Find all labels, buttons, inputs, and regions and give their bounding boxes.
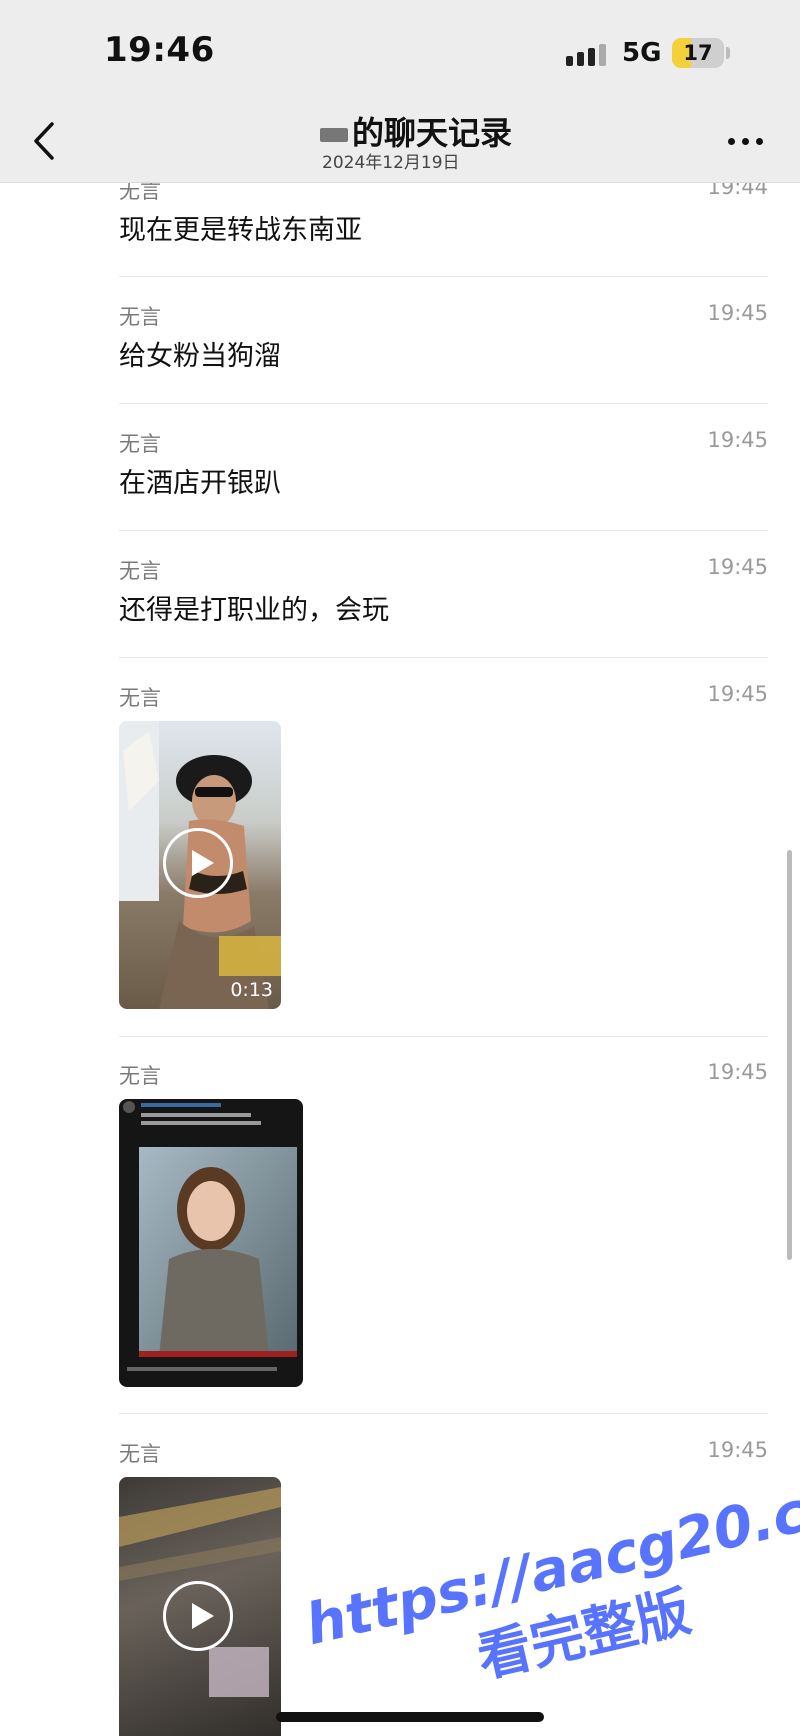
signal-icon	[566, 42, 610, 66]
page-title-text: 的聊天记录	[352, 114, 513, 152]
video-thumbnail[interactable]: 0:13	[119, 721, 281, 1009]
scrollbar[interactable]	[787, 850, 792, 1260]
divider	[119, 1413, 768, 1414]
redacted-name	[320, 128, 348, 142]
battery-level: 17	[683, 41, 713, 65]
message-text: 还得是打职业的，会玩	[119, 595, 389, 626]
play-icon[interactable]	[163, 1581, 233, 1651]
message-time: 19:45	[707, 555, 768, 579]
watermark-text: https://aacg20.com 看完整版	[300, 1470, 800, 1689]
battery-icon: 17	[672, 38, 724, 68]
home-indicator[interactable]	[276, 1712, 544, 1722]
message-text: 在酒店开银趴	[119, 468, 281, 499]
status-bar: 19:46 5G 17	[0, 0, 800, 100]
play-icon[interactable]	[163, 828, 233, 898]
image-preview	[123, 1101, 297, 1371]
image-thumbnail[interactable]	[119, 1099, 303, 1387]
status-time: 19:46	[104, 30, 215, 70]
sender-name: 无言	[119, 305, 161, 329]
battery-tip	[726, 47, 730, 59]
video-thumbnail[interactable]	[119, 1477, 281, 1736]
message-time: 19:45	[707, 682, 768, 706]
message-text: 现在更是转战东南亚	[119, 215, 362, 246]
message-time: 19:45	[707, 301, 768, 325]
sender-name: 无言	[119, 1064, 161, 1088]
sender-name: 无言	[119, 432, 161, 456]
divider	[119, 1036, 768, 1037]
network-type: 5G	[622, 38, 662, 68]
sender-name: 无言	[119, 686, 161, 710]
message-time: 19:45	[707, 1438, 768, 1462]
divider	[119, 403, 768, 404]
nav-bar: 的聊天记录 2024年12月19日	[0, 100, 800, 183]
message-time: 19:45	[707, 428, 768, 452]
video-duration: 0:13	[230, 979, 273, 1001]
ellipsis-icon[interactable]	[726, 134, 766, 148]
message-text: 给女粉当狗溜	[119, 341, 281, 372]
divider	[119, 657, 768, 658]
sender-name: 无言	[119, 183, 161, 203]
page-subtitle: 2024年12月19日	[322, 153, 460, 173]
divider	[119, 530, 768, 531]
divider	[119, 276, 768, 277]
message-time: 19:45	[707, 1060, 768, 1084]
message-time: 19:44	[707, 183, 768, 199]
sender-name: 无言	[119, 559, 161, 583]
sender-name: 无言	[119, 1442, 161, 1466]
chevron-left-icon[interactable]	[26, 118, 66, 164]
